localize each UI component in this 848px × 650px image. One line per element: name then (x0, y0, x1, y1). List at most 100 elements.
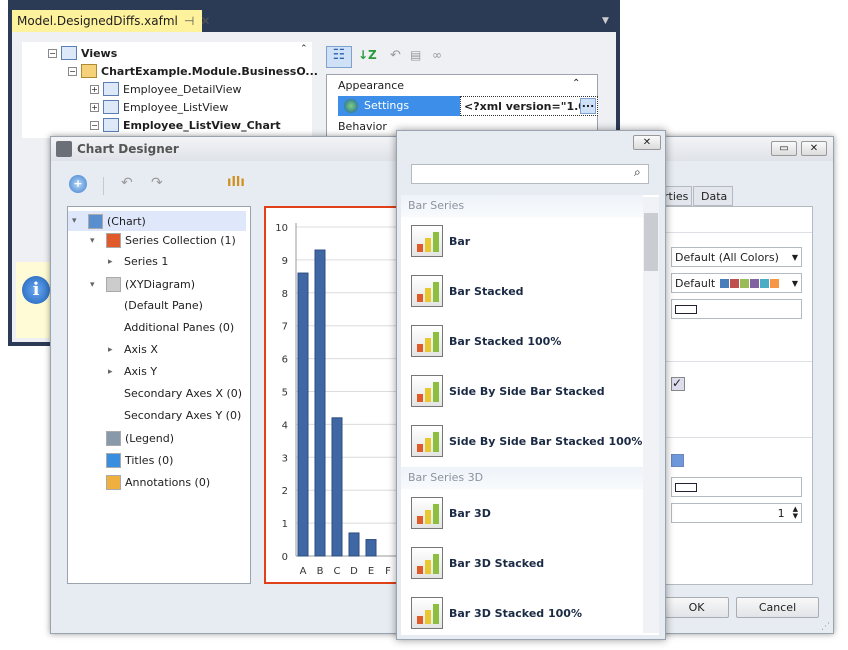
thickness-spinner[interactable]: 1 ▲ ▼ (671, 503, 802, 523)
color-field[interactable] (671, 299, 802, 319)
settings-value[interactable]: <?xml version="1.0 (460, 96, 598, 116)
dropdown-icon[interactable]: ▼ (602, 16, 609, 26)
expand-icon[interactable]: + (90, 102, 99, 112)
tree-node-axis-y[interactable]: ▸ Axis Y (108, 365, 157, 378)
border-color-field[interactable] (671, 477, 802, 497)
close-icon[interactable]: ✕ (200, 14, 210, 28)
ellipsis-button[interactable]: ... (580, 98, 596, 114)
x-tick-label: C (334, 566, 341, 577)
expand-arrow-icon[interactable]: ▸ (108, 367, 120, 377)
search-input[interactable] (411, 164, 649, 184)
cancel-button[interactable]: Cancel (736, 597, 819, 618)
y-tick-label: 0 (282, 552, 288, 563)
gallery-item[interactable]: Bar 3D Stacked 100% (411, 597, 582, 629)
expand-arrow-icon[interactable]: ▾ (90, 236, 102, 246)
maximize-button[interactable]: ▭ (771, 141, 797, 156)
expand-arrow-icon[interactable]: ▾ (72, 216, 84, 226)
tree-node-legend[interactable]: (Legend) (90, 431, 174, 446)
tree-node-detailview[interactable]: + Employee_DetailView (90, 82, 242, 96)
palette-swatch (750, 278, 760, 288)
titles-icon (106, 453, 121, 468)
tree-node-series[interactable]: ▸ Series 1 (108, 255, 168, 268)
tree-node-panes[interactable]: Additional Panes (0) (108, 321, 234, 334)
tree-node-secondary-x[interactable]: Secondary Axes X (0) (108, 387, 242, 400)
bar-series-icon (411, 497, 443, 529)
gallery-item[interactable]: Bar 3D (411, 497, 491, 529)
collapse-icon[interactable]: − (68, 66, 77, 76)
chart-wizard-icon[interactable]: ıllı (227, 175, 245, 190)
pin-icon[interactable]: ⊣ (184, 14, 194, 28)
gallery-item[interactable]: Bar Stacked (411, 275, 524, 307)
tree-node-listview[interactable]: + Employee_ListView (90, 100, 228, 114)
node-label: Secondary Axes Y (0) (124, 409, 242, 422)
expand-arrow-icon[interactable]: ▸ (108, 345, 120, 355)
scrollbar[interactable] (643, 197, 659, 633)
tree-node-series-collection[interactable]: ▾ Series Collection (1) (90, 233, 236, 248)
palette2-select[interactable]: Default ▼ (671, 273, 802, 293)
gallery-item[interactable]: Bar (411, 225, 470, 257)
tree-node-chart[interactable]: ▾ (Chart) (68, 211, 246, 231)
tree-node-pane[interactable]: (Default Pane) (108, 299, 203, 312)
document-tab[interactable]: Model.DesignedDiffs.xafml ⊣ ✕ (12, 10, 210, 32)
collapse-icon[interactable]: − (48, 48, 57, 58)
tree-node-listview-chart[interactable]: − Employee_ListView_Chart (90, 118, 281, 132)
scroll-thumb[interactable] (644, 213, 658, 271)
ok-button[interactable]: OK (664, 597, 729, 618)
scroll-up-icon[interactable]: ⌃ (300, 44, 308, 54)
gallery-item-label: Bar Stacked 100% (449, 334, 562, 348)
x-tick-label: E (368, 566, 374, 577)
resize-grip-icon[interactable]: ⋰ (821, 622, 830, 632)
close-button[interactable]: ✕ (633, 135, 661, 150)
tree-node-diagram[interactable]: ▾ (XYDiagram) (90, 277, 195, 292)
tree-node-module[interactable]: − ChartExample.Module.BusinessO... (68, 64, 318, 78)
checkbox-indeterminate[interactable] (671, 454, 684, 467)
category-appearance[interactable]: Appearance (338, 79, 404, 92)
tab-data[interactable]: Data (693, 186, 733, 206)
node-label: (XYDiagram) (125, 278, 196, 291)
y-tick-label: 3 (282, 453, 288, 464)
node-label: Views (81, 46, 118, 60)
gallery-item[interactable]: Bar Stacked 100% (411, 325, 561, 357)
gallery-item[interactable]: Bar 3D Stacked (411, 547, 544, 579)
expand-icon[interactable]: + (90, 84, 99, 94)
undo-icon[interactable]: ↶ (121, 175, 133, 191)
tab-label: rties (664, 190, 689, 203)
checkbox-checked[interactable]: ✓ (671, 377, 685, 391)
page-icon[interactable]: ▤ (410, 48, 421, 62)
expand-arrow-icon[interactable]: ▾ (90, 280, 102, 290)
gallery-item-label: Side By Side Bar Stacked (449, 384, 605, 398)
gallery-group-header: Bar Series 3D (401, 467, 643, 489)
collapse-icon[interactable]: − (90, 120, 99, 130)
property-grid: ☷ ↓Z ↶ ▤ ∞ Appearance ⌃ Settings <?xml v… (322, 42, 612, 138)
close-button[interactable]: ✕ (801, 141, 827, 156)
spin-arrows-icon[interactable]: ▲ ▼ (793, 506, 798, 520)
gallery-item[interactable]: Side By Side Bar Stacked 100% (411, 425, 642, 457)
redo-icon[interactable]: ↷ (151, 175, 163, 191)
bar-B (314, 249, 326, 557)
gallery-item[interactable]: Side By Side Bar Stacked (411, 375, 605, 407)
categorized-icon[interactable]: ☷ (326, 46, 352, 68)
views-icon (61, 46, 77, 60)
tree-node-views[interactable]: − Views (48, 46, 117, 60)
expand-arrow-icon[interactable]: ▸ (108, 257, 120, 267)
tree-node-secondary-y[interactable]: Secondary Axes Y (0) (108, 409, 241, 422)
property-value: <?xml version="1.0 (464, 100, 586, 113)
tree-node-annotations[interactable]: Annotations (0) (90, 475, 210, 490)
tree-node-axis-x[interactable]: ▸ Axis X (108, 343, 158, 356)
link-icon[interactable]: ∞ (432, 48, 442, 62)
undo-icon[interactable]: ↶ (390, 48, 401, 63)
palette-select[interactable]: Default (All Colors) ▼ (671, 247, 802, 267)
globe-icon (344, 99, 358, 113)
tree-node-titles[interactable]: Titles (0) (90, 453, 173, 468)
gallery-item-label: Bar Stacked (449, 284, 524, 298)
node-label: Titles (0) (125, 454, 174, 467)
legend-icon (106, 431, 121, 446)
search-icon: ⌕ (634, 165, 641, 179)
add-icon[interactable]: + (69, 175, 87, 193)
category-behavior[interactable]: Behavior (338, 120, 387, 133)
sort-az-icon[interactable]: ↓Z (358, 48, 377, 62)
bar-series-icon (411, 325, 443, 357)
collapse-chevron-icon[interactable]: ⌃ (572, 78, 580, 89)
info-icon: i (22, 276, 50, 304)
palette-swatch (760, 278, 770, 288)
